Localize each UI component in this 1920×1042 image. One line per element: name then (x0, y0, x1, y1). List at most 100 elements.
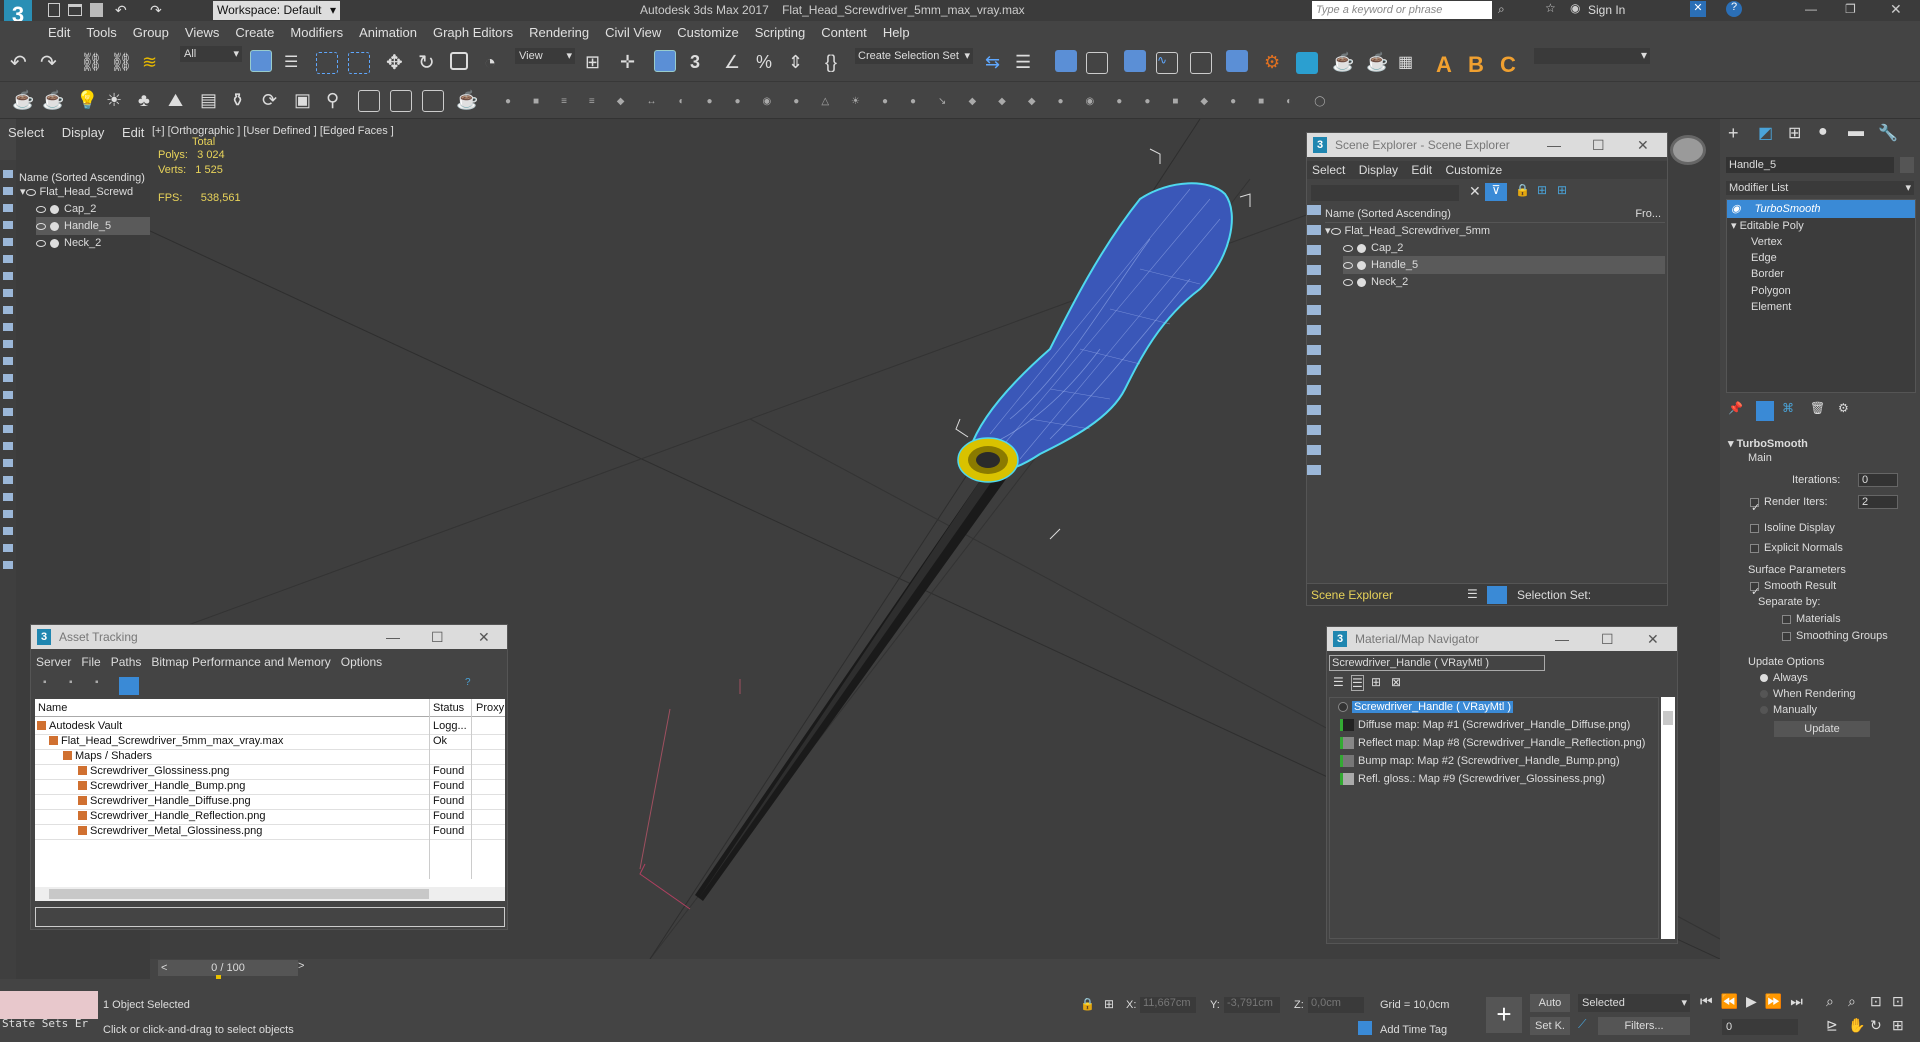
at-menu-options[interactable]: Options (341, 655, 382, 669)
add-key-icon[interactable]: + (1486, 997, 1522, 1033)
unlink-icon[interactable]: ⛓ (110, 52, 133, 74)
minimize-button[interactable]: — (1547, 133, 1561, 157)
viewport-icon-3[interactable] (422, 90, 444, 112)
move-icon[interactable]: ✥ (386, 52, 408, 74)
maximize-button[interactable]: ☐ (431, 625, 444, 649)
minimize-button[interactable]: — (1555, 627, 1569, 651)
clear-search-icon[interactable]: ✕ (1469, 183, 1481, 200)
fov-icon[interactable]: ⊵ (1826, 1017, 1838, 1034)
display-tab-icon[interactable]: ▬ (1848, 123, 1864, 141)
materials-checkbox[interactable]: Materials (1782, 610, 1841, 628)
tree-item[interactable]: ▾ Flat_Head_Screwdriver_5mm (1325, 222, 1665, 240)
time-tag-icon[interactable] (1358, 1021, 1372, 1035)
mirror-icon[interactable]: ⇆ (985, 52, 1007, 74)
binoculars-icon[interactable]: ⌕ (1498, 2, 1505, 17)
proxy-icon[interactable]: ⛰ (168, 90, 190, 112)
menu-customize[interactable]: Customize (669, 21, 746, 44)
motion-tab-icon[interactable]: ● (1818, 123, 1828, 141)
at-menu-file[interactable]: File (81, 655, 100, 669)
lock-selection-icon[interactable]: 🔒 (1080, 997, 1095, 1011)
workspace-dropdown[interactable]: Workspace: Default ▾ (213, 1, 340, 20)
isoline-checkbox[interactable]: Isoline Display (1750, 519, 1835, 537)
tree-item[interactable]: ▾ Flat_Head_Screwd (20, 183, 133, 201)
material-map-item[interactable]: Reflect map: Map #8 (Screwdriver_Handle_… (1340, 734, 1645, 752)
edit-named-sets-icon[interactable]: {} (825, 52, 847, 74)
material-current-field[interactable]: Screwdriver_Handle ( VRayMtl ) (1329, 655, 1545, 671)
frame-buffer-icon[interactable]: ▣ (294, 90, 316, 112)
render-setup-icon[interactable] (1296, 52, 1318, 74)
asset-tracking-titlebar[interactable]: 3 Asset Tracking — ☐ ✕ (31, 625, 507, 649)
maximize-button[interactable]: ❐ (1845, 2, 1856, 16)
key-filters-icon[interactable]: ⟋ (1578, 1017, 1586, 1032)
select-by-name-icon[interactable]: ☰ (284, 52, 306, 74)
zoom-icon[interactable]: ⌕ (1826, 993, 1834, 1010)
hierarchy-icon-2[interactable]: ⊞ (1557, 183, 1567, 197)
utilities-tab-icon[interactable]: 🔧 (1878, 123, 1898, 143)
se-menu-edit[interactable]: Edit (1411, 163, 1432, 177)
play-icon[interactable]: ▶ (1746, 993, 1765, 1009)
ribbon-toggle-icon[interactable] (1124, 50, 1146, 72)
menu-scripting[interactable]: Scripting (747, 21, 814, 44)
material-root[interactable]: Screwdriver_Handle ( VRayMtl ) (1332, 698, 1514, 716)
menu-help[interactable]: Help (875, 21, 918, 44)
render-production-icon[interactable]: ☕ (1366, 52, 1388, 74)
selection-set-icon[interactable] (1487, 586, 1507, 604)
large-icons-icon[interactable]: ⊠ (1391, 675, 1401, 689)
viewport-label[interactable]: [+] [Orthographic ] [User Defined ] [Edg… (152, 125, 394, 137)
mn-vscrollbar[interactable] (1661, 697, 1675, 939)
material-map-item[interactable]: Diffuse map: Map #1 (Screwdriver_Handle_… (1340, 716, 1630, 734)
sign-in-button[interactable]: Sign In (1588, 3, 1625, 17)
render-toolbar-icon-1[interactable]: ☕ (12, 90, 34, 112)
list-view-icon[interactable]: ☰ (1333, 675, 1344, 689)
make-unique-icon[interactable]: ⌘ (1782, 401, 1794, 415)
stack-subitem-element[interactable]: Element (1751, 298, 1791, 316)
menu-group[interactable]: Group (125, 21, 177, 44)
rendered-frame-icon[interactable]: ☕ (1332, 52, 1354, 74)
at-tool-icon-2[interactable]: ▪ (69, 677, 73, 688)
keyboard-shortcut-icon[interactable] (654, 50, 676, 72)
key-filter-dropdown[interactable]: Selected ▾ (1578, 994, 1690, 1012)
material-editor-icon[interactable]: ⚙ (1264, 52, 1286, 74)
close-button[interactable]: ✕ (1647, 627, 1659, 651)
iterations-spinner[interactable]: 0 (1858, 473, 1898, 487)
at-tool-icon-1[interactable]: ▪ (43, 677, 47, 688)
star-icon[interactable]: ☆ (1545, 1, 1556, 15)
redo-icon[interactable]: ↷ (40, 52, 62, 74)
minimize-button[interactable]: — (386, 625, 400, 649)
maximize-viewport-icon[interactable]: ⊞ (1892, 1017, 1904, 1034)
material-navigator-titlebar[interactable]: 3 Material/Map Navigator — ☐ ✕ (1327, 627, 1677, 651)
filter-icons-column[interactable] (3, 170, 13, 570)
at-menu-bitmap-performance-and-memory[interactable]: Bitmap Performance and Memory (151, 655, 330, 669)
bulb-icon[interactable]: ⚲ (326, 90, 348, 112)
stack-subitem-border[interactable]: Border (1751, 265, 1784, 283)
angle-snap-icon[interactable]: ∠ (724, 52, 746, 74)
object-name-field[interactable]: Handle_5 (1726, 157, 1894, 173)
undo-title-icon[interactable]: ↶ (115, 2, 127, 19)
placement-icon[interactable]: ◔ (484, 52, 506, 74)
abs-mode-icon[interactable]: ⊞ (1104, 997, 1114, 1011)
update-button[interactable]: Update (1774, 721, 1870, 737)
link-icon[interactable]: ⛓ (80, 52, 103, 74)
table-row[interactable]: Screwdriver_Metal_Glossiness.png Found (35, 822, 505, 840)
add-time-tag[interactable]: Add Time Tag (1380, 1024, 1447, 1036)
sphere-icon[interactable]: ⚱ (230, 90, 252, 112)
help-icon[interactable]: ? (1726, 1, 1742, 17)
window-crossing-icon[interactable] (348, 52, 370, 74)
show-end-result-icon[interactable] (1756, 401, 1774, 421)
auto-key-button[interactable]: Auto (1530, 994, 1570, 1012)
go-start-icon[interactable]: ⏮ (1700, 993, 1721, 1009)
x-field[interactable]: 11,667cm (1140, 997, 1196, 1013)
plane-icon[interactable]: ▤ (200, 90, 222, 112)
lock-icon[interactable]: 🔒 (1515, 183, 1530, 197)
at-menu-server[interactable]: Server (36, 655, 71, 669)
menu-modifiers[interactable]: Modifiers (282, 21, 351, 44)
bind-space-warp-icon[interactable]: ≋ (142, 52, 164, 74)
state-sets-label[interactable]: State Sets Er (2, 1017, 96, 1033)
modify-tab-icon[interactable]: ◩ (1758, 123, 1773, 143)
at-path-field[interactable] (35, 907, 505, 927)
percent-snap-icon[interactable]: % (756, 52, 778, 74)
select-object-icon[interactable] (250, 50, 272, 72)
pin-stack-icon[interactable]: 📌 (1728, 401, 1743, 415)
new-file-icon[interactable] (48, 3, 60, 17)
manipulate-icon[interactable]: ✛ (620, 52, 642, 74)
